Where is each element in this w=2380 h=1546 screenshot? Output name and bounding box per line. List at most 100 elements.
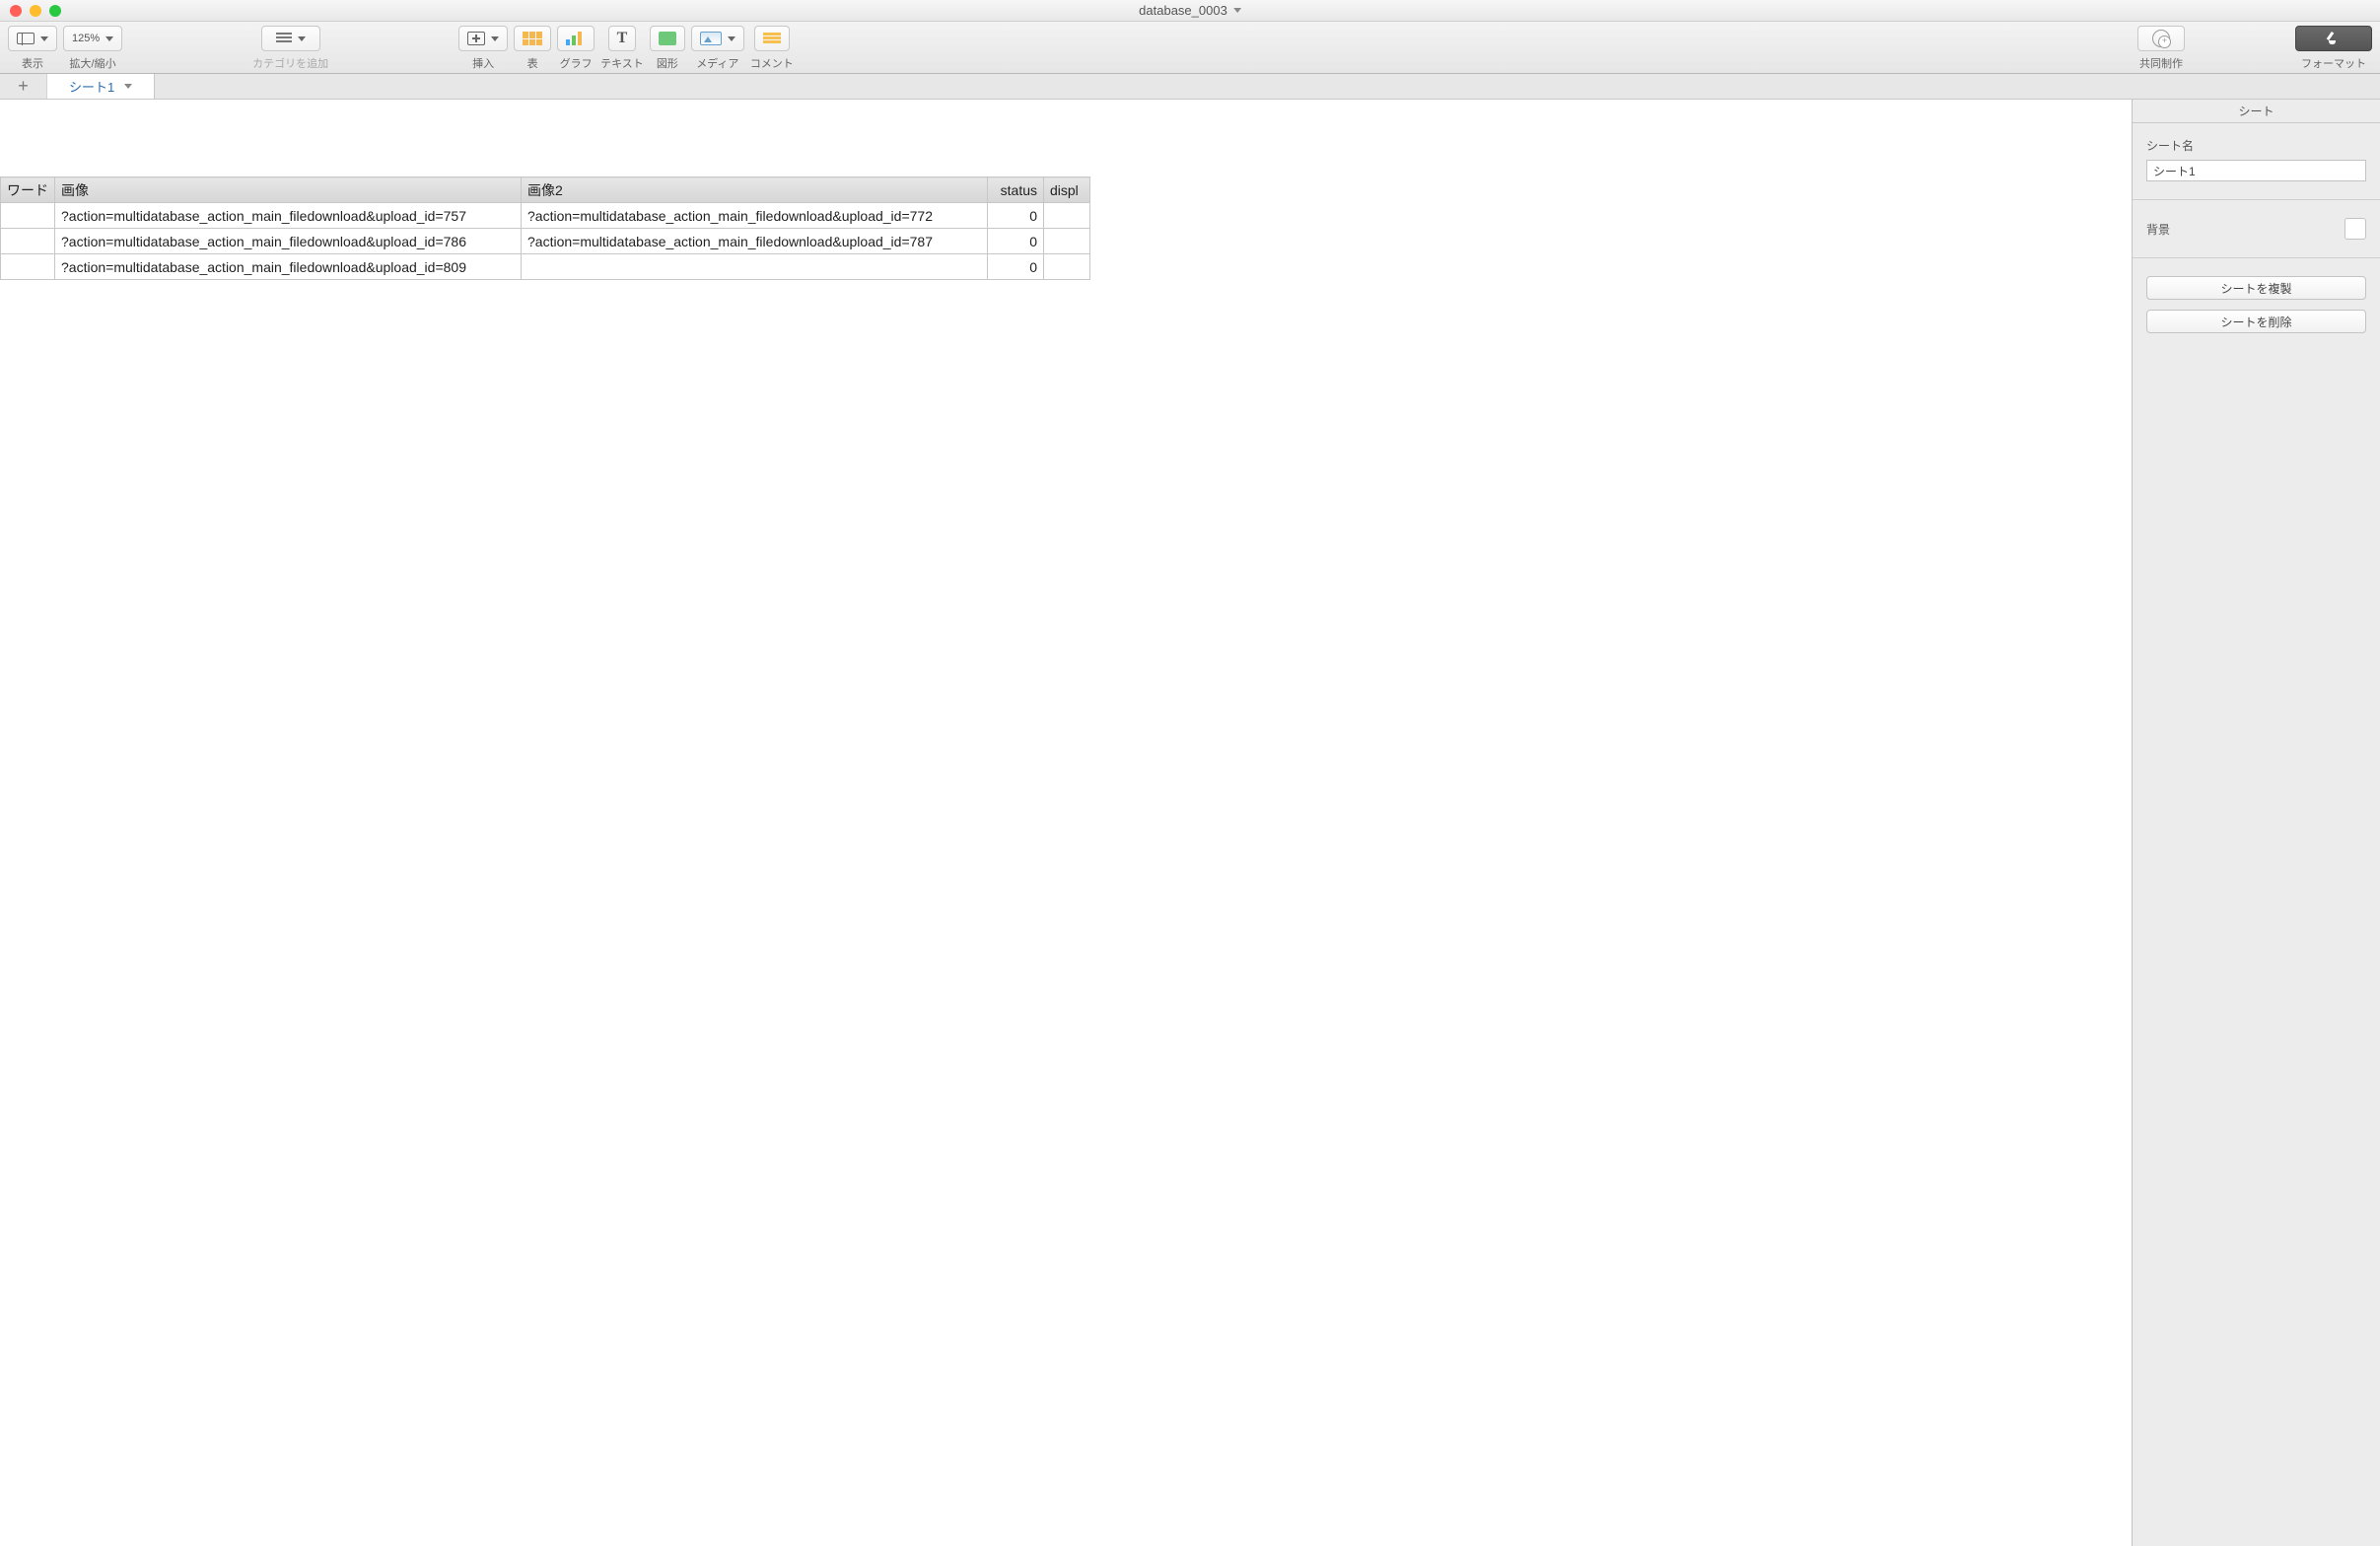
view-button[interactable]	[8, 26, 57, 51]
sheet-canvas[interactable]: ワード 画像 画像2 status displ ?action=multidat…	[0, 100, 2132, 1546]
close-window-button[interactable]	[10, 5, 22, 17]
insert-label: 挿入	[472, 55, 494, 71]
col-header[interactable]: ワード	[1, 177, 55, 203]
share-label: 共同制作	[2139, 55, 2183, 71]
col-header[interactable]: displ	[1044, 177, 1090, 203]
category-button[interactable]	[261, 26, 320, 51]
chart-label: グラフ	[560, 55, 593, 71]
table-row: ?action=multidatabase_action_main_filedo…	[1, 254, 1090, 280]
comment-tool: コメント	[750, 26, 794, 71]
share-tool: 共同制作	[2137, 26, 2185, 71]
category-tool: カテゴリを追加	[252, 26, 328, 71]
cell[interactable]	[1, 254, 55, 280]
col-header[interactable]: 画像	[55, 177, 522, 203]
table-tool: 表	[514, 26, 551, 71]
sheet-tab-label: シート1	[69, 77, 114, 96]
minimize-window-button[interactable]	[30, 5, 41, 17]
table-row: ?action=multidatabase_action_main_filedo…	[1, 229, 1090, 254]
cell[interactable]: 0	[988, 229, 1044, 254]
zoom-tool: 125% 拡大/縮小	[63, 26, 122, 71]
shape-icon	[659, 32, 676, 45]
table-header-row: ワード 画像 画像2 status displ	[1, 177, 1090, 203]
col-header[interactable]: 画像2	[522, 177, 988, 203]
text-button[interactable]: T	[608, 26, 637, 51]
share-button[interactable]	[2137, 26, 2185, 51]
chevron-down-icon	[728, 36, 735, 41]
delete-sheet-button[interactable]: シートを削除	[2146, 310, 2366, 333]
media-label: メディア	[696, 55, 738, 71]
sheet-tab-strip: + シート1	[0, 74, 2380, 100]
chevron-down-icon	[1233, 8, 1241, 13]
chart-button[interactable]	[557, 26, 595, 51]
inspector-panel: シート シート名 背景 シートを複製 シートを削除	[2132, 100, 2380, 1546]
chevron-down-icon	[40, 36, 48, 41]
plus-box-icon	[467, 32, 485, 45]
view-label: 表示	[22, 55, 43, 71]
document-title: database_0003	[1139, 3, 1227, 18]
window-titlebar: database_0003	[0, 0, 2380, 22]
cell[interactable]	[522, 254, 988, 280]
traffic-lights	[0, 5, 61, 17]
media-tool: メディア	[691, 26, 744, 71]
chevron-down-icon	[105, 36, 113, 41]
zoom-value: 125%	[72, 33, 100, 44]
table-button[interactable]	[514, 26, 551, 51]
cell[interactable]: 0	[988, 203, 1044, 229]
cell[interactable]	[1044, 203, 1090, 229]
zoom-window-button[interactable]	[49, 5, 61, 17]
cell[interactable]	[1, 229, 55, 254]
cell[interactable]	[1044, 254, 1090, 280]
category-label: カテゴリを追加	[252, 55, 328, 71]
format-label: フォーマット	[2301, 55, 2366, 71]
sheet-tab-1[interactable]: シート1	[47, 74, 155, 99]
cell[interactable]: ?action=multidatabase_action_main_filedo…	[522, 229, 988, 254]
table-label: 表	[527, 55, 538, 71]
chevron-down-icon	[298, 36, 306, 41]
chevron-down-icon	[124, 84, 132, 89]
shape-button[interactable]	[650, 26, 685, 51]
inspector-tab-sheet[interactable]: シート	[2133, 100, 2380, 123]
media-icon	[700, 32, 722, 45]
shape-label: 図形	[657, 55, 678, 71]
format-tool: フォーマット	[2295, 26, 2372, 71]
cell[interactable]	[1044, 229, 1090, 254]
comment-label: コメント	[750, 55, 794, 71]
add-sheet-button[interactable]: +	[0, 74, 47, 99]
text-icon: T	[617, 30, 628, 47]
cell[interactable]: 0	[988, 254, 1044, 280]
comment-icon	[763, 33, 781, 44]
background-swatch[interactable]	[2345, 218, 2366, 240]
table-row: ?action=multidatabase_action_main_filedo…	[1, 203, 1090, 229]
cell[interactable]: ?action=multidatabase_action_main_filedo…	[522, 203, 988, 229]
insert-tool: 挿入	[458, 26, 508, 71]
inspector-tab-label: シート	[2238, 103, 2274, 119]
list-icon	[276, 33, 292, 44]
cell[interactable]: ?action=multidatabase_action_main_filedo…	[55, 229, 522, 254]
chevron-down-icon	[491, 36, 499, 41]
insert-button[interactable]	[458, 26, 508, 51]
text-tool: T テキスト	[600, 26, 644, 71]
view-tool: 表示	[8, 26, 57, 71]
duplicate-sheet-button[interactable]: シートを複製	[2146, 276, 2366, 300]
background-label: 背景	[2146, 221, 2170, 238]
comment-button[interactable]	[754, 26, 790, 51]
sheet-name-input[interactable]	[2146, 160, 2366, 181]
data-table[interactable]: ワード 画像 画像2 status displ ?action=multidat…	[0, 176, 1090, 280]
sheet-name-label: シート名	[2146, 137, 2366, 154]
format-button[interactable]	[2295, 26, 2372, 51]
brush-icon	[2326, 31, 2342, 46]
col-header[interactable]: status	[988, 177, 1044, 203]
chart-tool: グラフ	[557, 26, 595, 71]
toolbar: 表示 125% 拡大/縮小 カテゴリを追加 挿入 表 グラフ	[0, 22, 2380, 74]
shape-tool: 図形	[650, 26, 685, 71]
media-button[interactable]	[691, 26, 744, 51]
table-icon	[523, 32, 542, 45]
document-title-dropdown[interactable]: database_0003	[1139, 3, 1241, 18]
share-icon	[2152, 30, 2170, 47]
cell[interactable]: ?action=multidatabase_action_main_filedo…	[55, 203, 522, 229]
chart-icon	[566, 32, 586, 45]
cell[interactable]	[1, 203, 55, 229]
zoom-button[interactable]: 125%	[63, 26, 122, 51]
text-label: テキスト	[600, 55, 644, 71]
cell[interactable]: ?action=multidatabase_action_main_filedo…	[55, 254, 522, 280]
